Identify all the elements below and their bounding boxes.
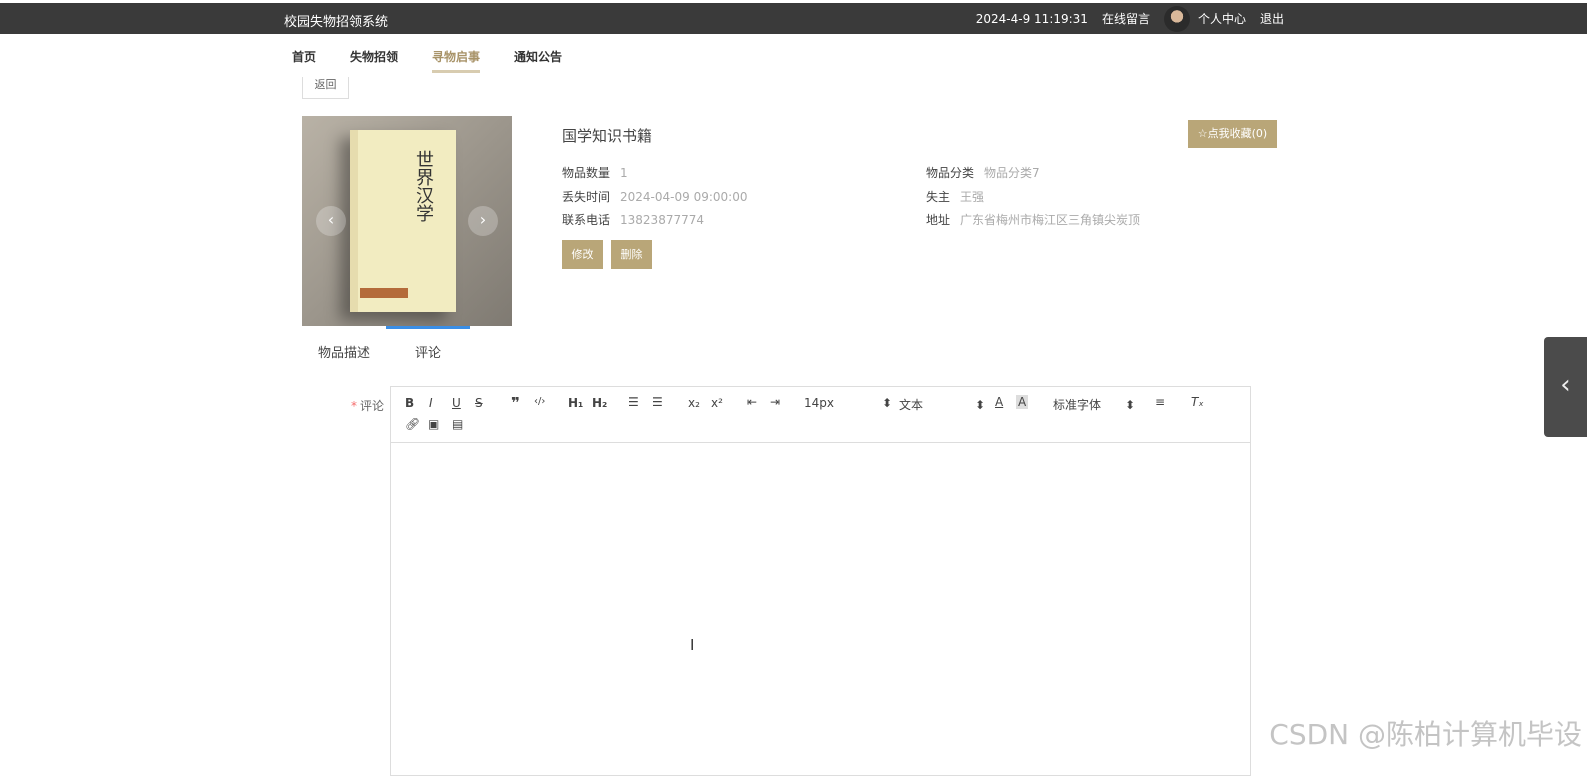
edit-button[interactable]: 修改 xyxy=(562,240,603,269)
italic-icon[interactable]: I xyxy=(429,396,433,410)
indent-icon[interactable]: ⇥ xyxy=(770,395,780,409)
watermark: CSDN @陈柏计算机毕设 xyxy=(1269,713,1582,753)
side-panel-toggle[interactable]: ‹ xyxy=(1544,337,1587,437)
item-image-carousel: 世界汉学 ‹ › xyxy=(302,116,512,326)
code-icon[interactable]: ‹/› xyxy=(534,396,545,407)
book-image: 世界汉学 xyxy=(350,130,456,312)
font-color-icon[interactable]: A xyxy=(995,395,1003,409)
comment-editor: B I U S ❞ ‹/› H₁ H₂ ☰ ☰ x₂ x² ⇤ ⇥ 14px⬍ … xyxy=(390,386,1251,776)
link-icon[interactable]: 🔗︎ xyxy=(405,417,420,431)
field-label: 失主 xyxy=(926,190,950,204)
field-value: 13823877774 xyxy=(620,213,704,227)
background-color-icon[interactable]: A xyxy=(1016,395,1028,409)
main-nav: 首页 失物招领 寻物启事 通知公告 xyxy=(292,48,562,73)
subscript-icon[interactable]: x₂ xyxy=(688,396,700,410)
font-size-value: 14px xyxy=(804,396,834,410)
h1-icon[interactable]: H₁ xyxy=(568,396,583,410)
chevron-left-icon: ‹ xyxy=(1560,370,1570,400)
comment-label-text: 评论 xyxy=(360,399,384,413)
chevron-updown-icon: ⬍ xyxy=(882,396,892,410)
carousel-prev-button[interactable]: ‹ xyxy=(316,206,346,236)
field-value: 广东省梅州市梅江区三角镇尖炭顶 xyxy=(960,213,1140,227)
chevron-updown-icon: ⬍ xyxy=(975,398,985,412)
book-spine xyxy=(350,130,358,312)
tab-comments[interactable]: 评论 xyxy=(386,326,470,366)
field-quantity: 物品数量 1 xyxy=(562,164,628,181)
image-icon[interactable]: ▣ xyxy=(428,417,439,431)
field-label: 物品数量 xyxy=(562,166,610,180)
field-label: 物品分类 xyxy=(926,166,974,180)
logout-link[interactable]: 退出 xyxy=(1260,10,1284,27)
editor-content-area[interactable] xyxy=(391,443,1250,773)
field-category: 物品分类物品分类7 xyxy=(926,164,1040,181)
top-bar: 校园失物招领系统 2024-4-9 11:19:31 在线留言 个人中心 退出 xyxy=(0,3,1587,34)
h2-icon[interactable]: H₂ xyxy=(592,396,607,410)
avatar xyxy=(1164,6,1190,32)
font-family-value: 标准字体 xyxy=(1053,398,1101,412)
nav-lost-found[interactable]: 失物招领 xyxy=(350,48,398,73)
superscript-icon[interactable]: x² xyxy=(711,396,723,410)
delete-button[interactable]: 删除 xyxy=(611,240,652,269)
field-lost-time: 丢失时间 2024-04-09 09:00:00 xyxy=(562,188,747,205)
align-icon[interactable]: ≡ xyxy=(1155,395,1165,409)
tab-description[interactable]: 物品描述 xyxy=(302,326,386,366)
bold-icon[interactable]: B xyxy=(405,396,414,410)
text-style-select[interactable]: 文本 ⬍ xyxy=(899,396,985,413)
item-title: 国学知识书籍 xyxy=(562,125,652,146)
chevron-updown-icon: ⬍ xyxy=(1125,398,1135,412)
required-marker: * xyxy=(351,399,357,413)
detail-tabs: 物品描述 评论 xyxy=(302,326,470,366)
field-phone: 联系电话 13823877774 xyxy=(562,211,704,228)
header-right: 2024-4-9 11:19:31 在线留言 个人中心 退出 xyxy=(976,3,1284,34)
back-button[interactable]: 返回 xyxy=(302,77,349,99)
quote-icon[interactable]: ❞ xyxy=(511,394,520,412)
field-value: 2024-04-09 09:00:00 xyxy=(620,190,747,204)
strike-icon[interactable]: S xyxy=(475,396,483,410)
book-cover-title: 世界汉学 xyxy=(410,150,436,222)
site-title: 校园失物招领系统 xyxy=(284,11,388,30)
online-message-link[interactable]: 在线留言 xyxy=(1102,10,1150,27)
nav-search-notice[interactable]: 寻物启事 xyxy=(432,48,480,73)
favorite-button[interactable]: ☆点我收藏(0) xyxy=(1188,120,1277,148)
user-center-link[interactable]: 个人中心 xyxy=(1164,6,1246,32)
field-label: 联系电话 xyxy=(562,213,610,227)
text-cursor-icon: I xyxy=(690,636,694,654)
clear-format-icon[interactable]: Tₓ xyxy=(1191,395,1204,409)
field-label: 丢失时间 xyxy=(562,190,610,204)
ordered-list-icon[interactable]: ☰ xyxy=(628,395,639,409)
nav-announcements[interactable]: 通知公告 xyxy=(514,48,562,73)
field-value: 物品分类7 xyxy=(984,166,1040,180)
field-value: 1 xyxy=(620,166,628,180)
bullet-list-icon[interactable]: ☰ xyxy=(652,395,663,409)
outdent-icon[interactable]: ⇤ xyxy=(747,395,757,409)
font-family-select[interactable]: 标准字体 ⬍ xyxy=(1053,396,1135,413)
nav-home[interactable]: 首页 xyxy=(292,48,316,73)
underline-icon[interactable]: U xyxy=(452,396,461,410)
datetime: 2024-4-9 11:19:31 xyxy=(976,12,1088,26)
field-value: 王强 xyxy=(960,190,984,204)
comment-label: *评论 xyxy=(351,397,384,414)
book-band xyxy=(360,288,408,298)
video-icon[interactable]: ▤ xyxy=(452,417,463,431)
field-label: 地址 xyxy=(926,213,950,227)
text-style-value: 文本 xyxy=(899,398,923,412)
editor-toolbar: B I U S ❞ ‹/› H₁ H₂ ☰ ☰ x₂ x² ⇤ ⇥ 14px⬍ … xyxy=(391,387,1250,443)
carousel-next-button[interactable]: › xyxy=(468,206,498,236)
field-owner: 失主王强 xyxy=(926,188,984,205)
user-center-label: 个人中心 xyxy=(1198,10,1246,27)
font-size-select[interactable]: 14px ⬍ xyxy=(804,396,892,410)
field-address: 地址广东省梅州市梅江区三角镇尖炭顶 xyxy=(926,211,1140,228)
